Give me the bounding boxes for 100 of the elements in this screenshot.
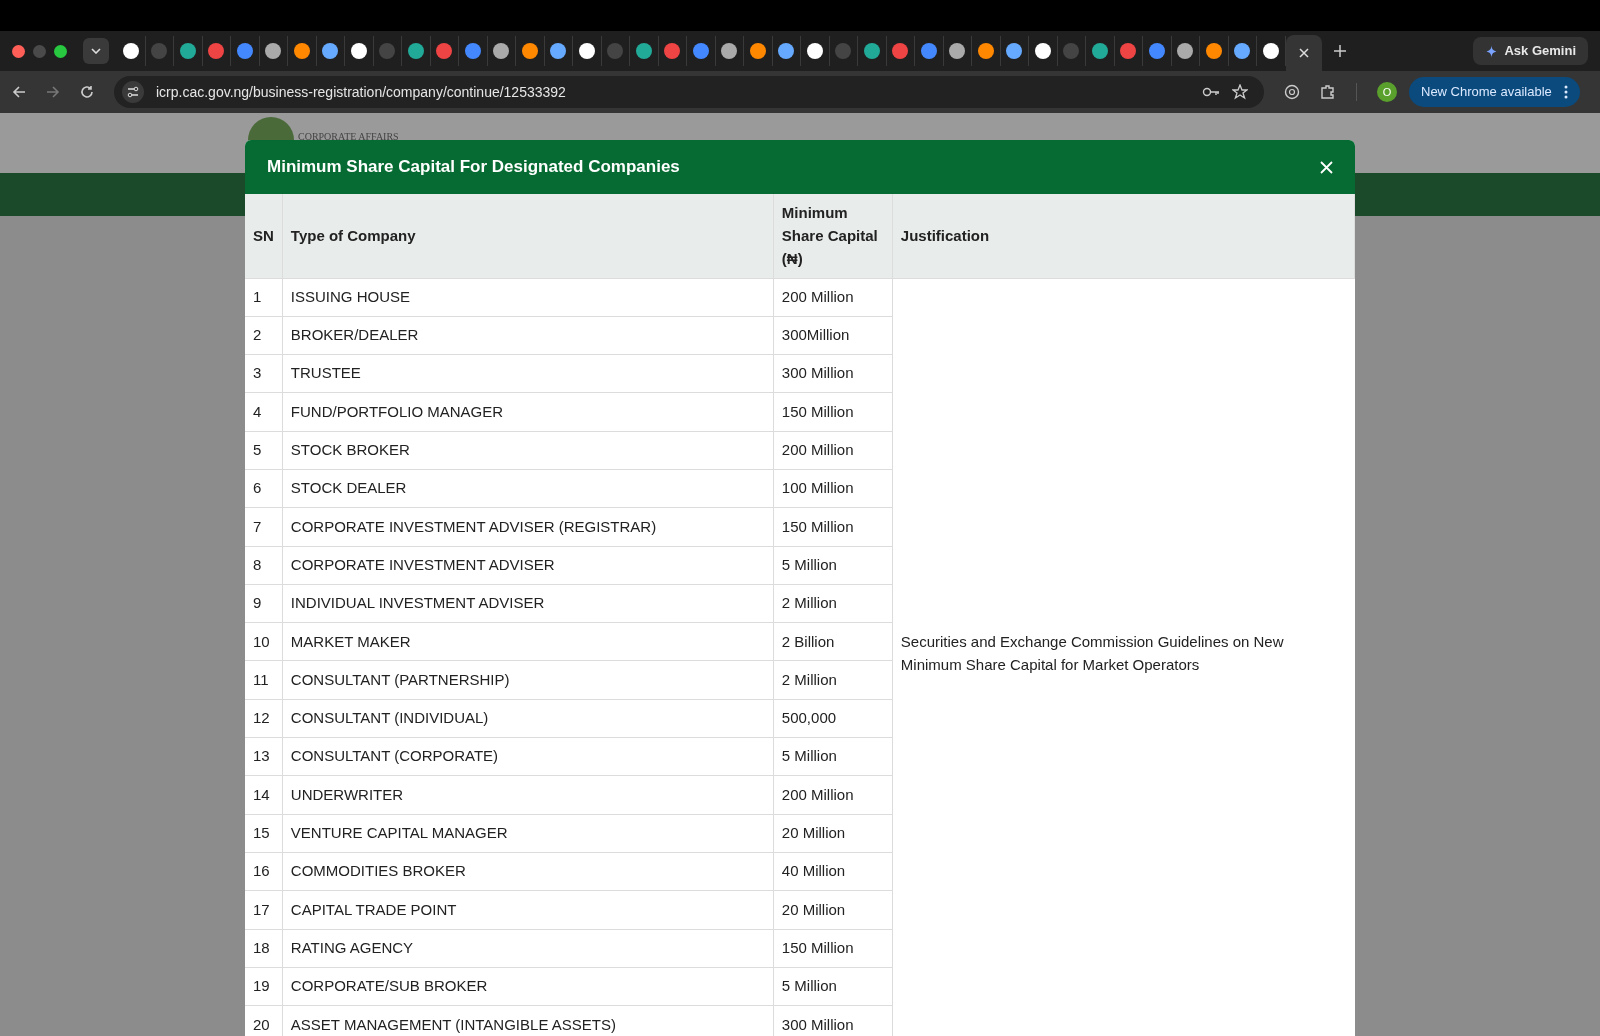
table-cell: 200 Million — [773, 431, 893, 470]
table-cell: 40 Million — [773, 852, 893, 891]
tab-favicon-icon[interactable] — [407, 43, 424, 59]
update-button[interactable]: New Chrome available — [1409, 77, 1580, 107]
table-cell: 2 — [245, 316, 283, 355]
table-cell: 300 Million — [773, 354, 893, 393]
table-cell: ISSUING HOUSE — [282, 278, 774, 317]
table-cell: CORPORATE INVESTMENT ADVISER (REGISTRAR) — [282, 507, 774, 547]
table-cell: 14 — [245, 775, 283, 815]
table-cell: 12 — [245, 699, 283, 738]
tab-favicon-icon[interactable] — [1034, 43, 1051, 59]
tab-favicon-icon[interactable] — [293, 43, 310, 59]
tab-favicon-icon[interactable] — [1205, 43, 1222, 59]
sparkle-icon — [1485, 44, 1499, 58]
tab-favicon-icon[interactable] — [493, 43, 510, 59]
tab-search-button[interactable] — [83, 38, 109, 64]
tab-favicon-icon[interactable] — [1262, 43, 1279, 59]
table-cell: BROKER/DEALER — [282, 316, 774, 355]
tab-favicon-icon[interactable] — [806, 43, 823, 59]
site-settings-icon[interactable] — [122, 81, 144, 103]
table-cell: CONSULTANT (INDIVIDUAL) — [282, 699, 774, 738]
tab-favicon-icon[interactable] — [1177, 43, 1194, 59]
table-cell: 15 — [245, 814, 283, 853]
table-cell: FUND/PORTFOLIO MANAGER — [282, 392, 774, 432]
tab-favicon-icon[interactable] — [949, 43, 966, 59]
back-icon[interactable] — [12, 85, 26, 99]
table-cell: 13 — [245, 737, 283, 776]
table-cell: 19 — [245, 967, 283, 1006]
table-cell: 300 Million — [773, 1005, 893, 1036]
url-text: icrp.cac.gov.ng/business-registration/company/continue/12533392 — [156, 82, 567, 102]
table-cell: 300Million — [773, 316, 893, 355]
table-cell: 5 Million — [773, 737, 893, 776]
table-cell: UNDERWRITER — [282, 775, 774, 815]
tab-favicon-icon[interactable] — [977, 43, 994, 59]
table-cell: 4 — [245, 392, 283, 432]
table-cell: 8 — [245, 546, 283, 585]
active-tab[interactable] — [1285, 35, 1322, 71]
table-cell: 17 — [245, 890, 283, 930]
key-icon[interactable] — [1202, 86, 1220, 98]
table-cell: 5 Million — [773, 546, 893, 585]
tab-favicon-icon[interactable] — [635, 43, 652, 59]
table-cell: 6 — [245, 469, 283, 508]
table-cell: 150 Million — [773, 929, 893, 968]
table-cell: MARKET MAKER — [282, 622, 774, 661]
maximize-window-button[interactable] — [54, 44, 67, 58]
tab-favicon-icon[interactable] — [350, 43, 367, 59]
table-cell: 9 — [245, 584, 283, 623]
table-cell: STOCK DEALER — [282, 469, 774, 508]
table-cell: 150 Million — [773, 507, 893, 547]
tab-favicon-icon[interactable] — [1091, 43, 1108, 59]
tab-favicon-icon[interactable] — [322, 43, 339, 59]
justification-text: Securities and Exchange Commission Guidelines on New Minimum Share Capital for Market Operators — [900, 632, 1284, 673]
table-cell: CORPORATE/SUB BROKER — [282, 967, 774, 1006]
table-cell: 5 Million — [773, 967, 893, 1006]
table-cell: COMMODITIES BROKER — [282, 852, 774, 891]
table-cell: 200 Million — [773, 775, 893, 815]
table-cell: 16 — [245, 852, 283, 891]
address-bar[interactable]: icrp.cac.gov.ng/business-registration/company/continue/12533392 — [114, 76, 1264, 108]
forward-icon[interactable] — [46, 85, 60, 99]
puzzle-icon[interactable] — [1320, 84, 1336, 100]
tab-favicon-icon[interactable] — [521, 43, 538, 59]
tab-favicon-icon[interactable] — [179, 43, 196, 59]
modal-title: Minimum Share Capital For Designated Companies — [267, 156, 681, 179]
table-cell: 100 Million — [773, 469, 893, 508]
tab-favicon-icon[interactable] — [721, 43, 738, 59]
more-icon[interactable] — [1563, 85, 1568, 99]
close-icon[interactable] — [1298, 48, 1309, 58]
table-cell: 20 — [245, 1005, 283, 1036]
tab-favicon-icon[interactable] — [1234, 43, 1251, 59]
table-cell: STOCK BROKER — [282, 431, 774, 470]
new-tab-icon[interactable] — [1333, 45, 1346, 57]
table-cell: 7 — [245, 507, 283, 547]
chevron-down-icon — [91, 48, 101, 54]
table-cell: VENTURE CAPITAL MANAGER — [282, 814, 774, 853]
ask-gemini-button[interactable]: Ask Gemini — [1473, 37, 1588, 65]
column-header: SN — [253, 226, 274, 247]
table-cell: 18 — [245, 929, 283, 968]
tab-favicon-icon[interactable] — [578, 43, 595, 59]
flower-icon[interactable] — [1284, 84, 1300, 100]
tab-favicon-icon[interactable] — [749, 43, 766, 59]
tab-favicon-icon[interactable] — [863, 43, 880, 59]
table-cell: 20 Million — [773, 814, 893, 853]
table-cell: RATING AGENCY — [282, 929, 774, 968]
tab-favicon-icon[interactable] — [1006, 43, 1023, 59]
table-cell: CAPITAL TRADE POINT — [282, 890, 774, 930]
table-cell: CONSULTANT (PARTNERSHIP) — [282, 660, 774, 700]
tab-favicon-icon[interactable] — [265, 43, 282, 59]
star-icon[interactable] — [1232, 84, 1248, 100]
tab-favicon-icon[interactable] — [550, 43, 567, 59]
table-cell: 150 Million — [773, 392, 893, 432]
table-cell: 1 — [245, 278, 283, 317]
close-window-button[interactable] — [12, 44, 25, 58]
tab-favicon-icon[interactable] — [778, 43, 795, 59]
table-cell: 11 — [245, 660, 283, 700]
tab-favicon-icon[interactable] — [122, 43, 139, 59]
table-cell: CORPORATE INVESTMENT ADVISER — [282, 546, 774, 585]
table-cell: 2 Million — [773, 584, 893, 623]
table-cell: 2 Million — [773, 660, 893, 700]
table-cell: TRUSTEE — [282, 354, 774, 393]
reload-icon[interactable] — [80, 85, 94, 99]
